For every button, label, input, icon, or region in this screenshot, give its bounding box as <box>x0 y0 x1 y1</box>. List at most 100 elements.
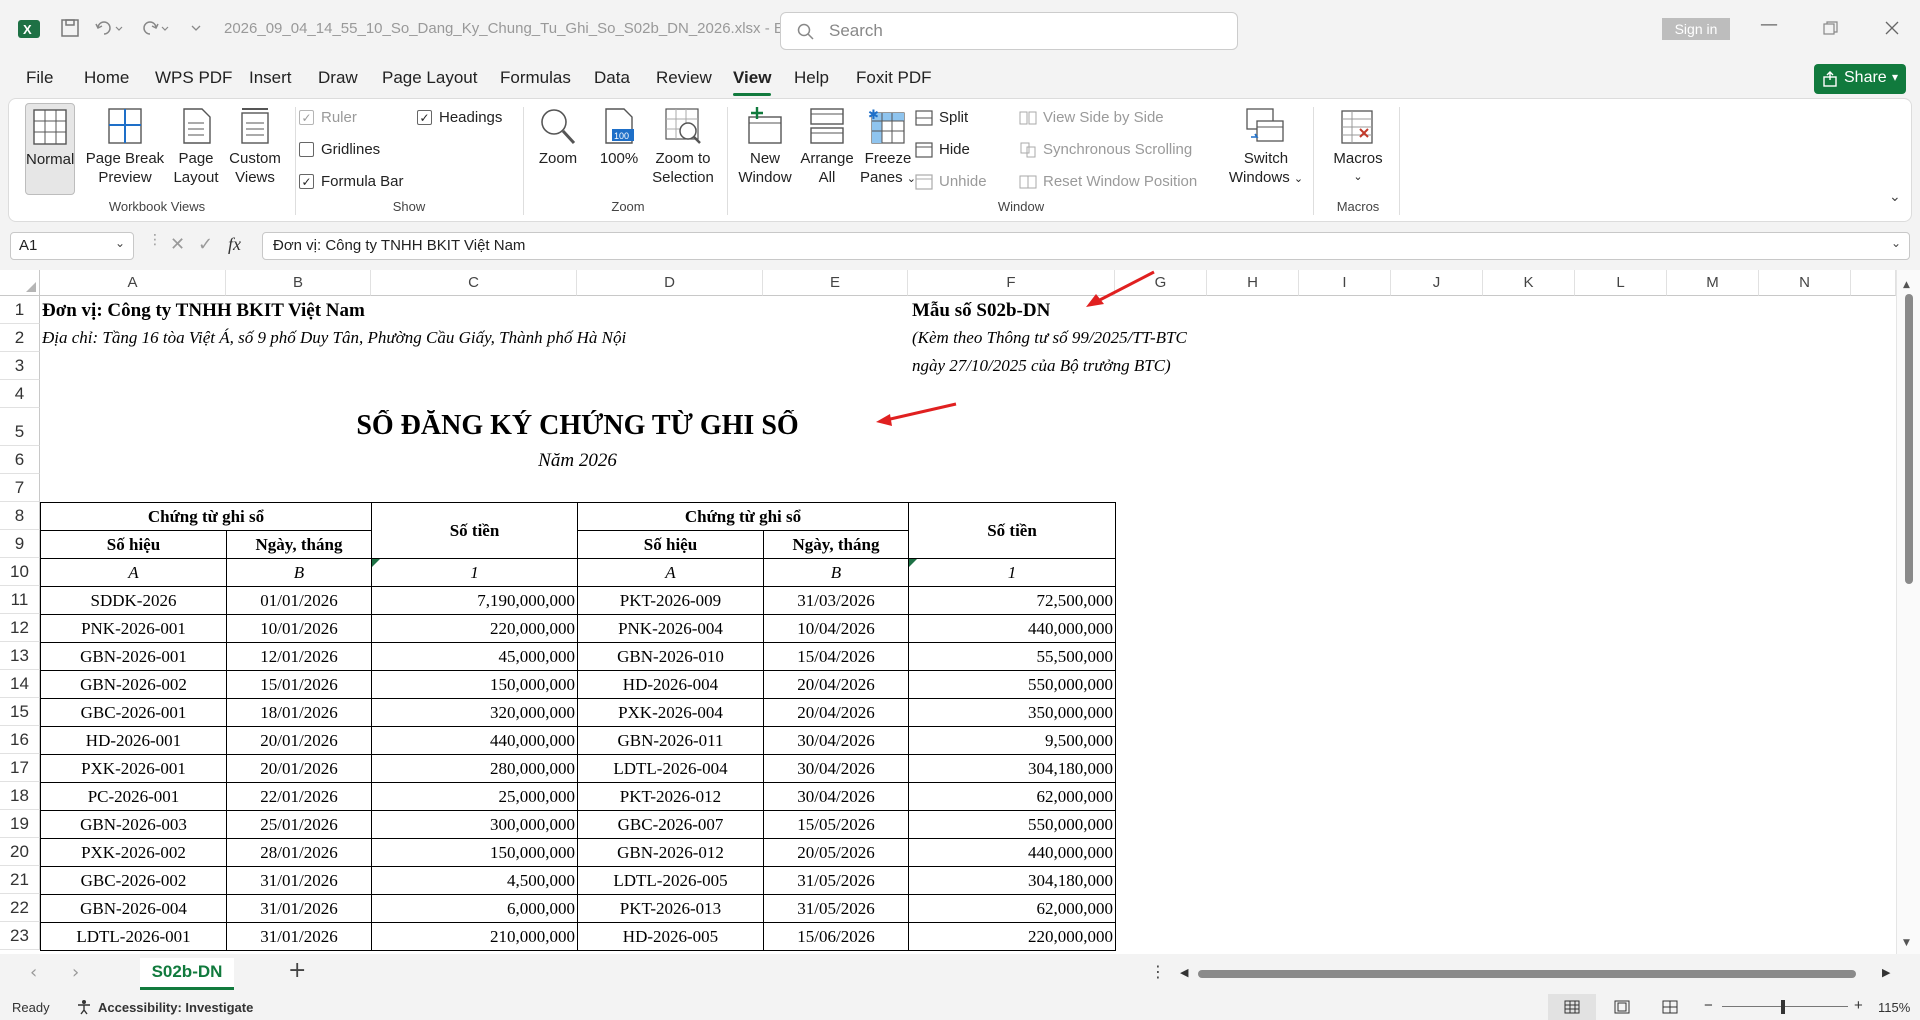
cancel-entry-icon[interactable]: ✕ <box>170 234 185 255</box>
undo-icon[interactable] <box>94 18 124 38</box>
column-header-l[interactable]: L <box>1575 270 1667 296</box>
table-cell-so-tien-right[interactable]: 550,000,000 <box>908 670 1116 699</box>
menu-insert[interactable]: Insert <box>249 68 292 88</box>
row-header[interactable]: 16 <box>0 726 40 754</box>
table-cell-so-tien-left[interactable]: 210,000,000 <box>371 922 578 951</box>
page-break-preview-button[interactable]: Page Break Preview <box>85 107 165 187</box>
save-icon[interactable] <box>60 18 80 38</box>
table-cell-so-tien-right[interactable]: 72,500,000 <box>908 586 1116 615</box>
row-header[interactable]: 22 <box>0 894 40 922</box>
table-cell-so-tien-left[interactable]: 25,000,000 <box>371 782 578 811</box>
th-code-b-right[interactable]: B <box>763 558 909 587</box>
table-cell-so-hieu-right[interactable]: GBN-2026-012 <box>577 838 764 867</box>
formula-input[interactable]: Đơn vị: Công ty TNHH BKIT Việt Nam ⌄ <box>262 232 1910 260</box>
sign-in-button[interactable]: Sign in <box>1662 18 1730 40</box>
freeze-panes-button[interactable]: ✱ Freeze Panes ⌄ <box>855 107 921 189</box>
row-header[interactable]: 5 <box>0 408 40 446</box>
table-cell-so-hieu-left[interactable]: GBN-2026-004 <box>40 894 227 923</box>
row-header[interactable]: 1 <box>0 296 40 324</box>
table-cell-ngay-thang-left[interactable]: 20/01/2026 <box>226 754 372 783</box>
row-header[interactable]: 19 <box>0 810 40 838</box>
menu-file[interactable]: File <box>26 68 53 88</box>
table-cell-so-hieu-right[interactable]: PXK-2026-004 <box>577 698 764 727</box>
table-cell-ngay-thang-right[interactable]: 31/05/2026 <box>763 866 909 895</box>
row-header[interactable]: 17 <box>0 754 40 782</box>
table-cell-so-hieu-left[interactable]: PC-2026-001 <box>40 782 227 811</box>
table-cell-so-hieu-right[interactable]: HD-2026-004 <box>577 670 764 699</box>
table-cell-so-hieu-left[interactable]: PNK-2026-001 <box>40 614 227 643</box>
table-cell-ngay-thang-right[interactable]: 15/05/2026 <box>763 810 909 839</box>
column-header-o[interactable] <box>1851 270 1896 296</box>
table-cell-ngay-thang-right[interactable]: 20/04/2026 <box>763 698 909 727</box>
row-header[interactable]: 21 <box>0 866 40 894</box>
th-code-1-left[interactable]: 1 <box>371 558 578 587</box>
minimize-button[interactable]: — <box>1760 14 1778 35</box>
th-so-hieu-left[interactable]: Số hiệu <box>40 530 227 559</box>
chevron-down-icon[interactable] <box>190 22 202 34</box>
table-cell-so-hieu-right[interactable]: GBC-2026-007 <box>577 810 764 839</box>
cell-address[interactable]: Địa chỉ: Tầng 16 tòa Việt Á, số 9 phố Du… <box>42 328 626 348</box>
table-cell-so-tien-left[interactable]: 320,000,000 <box>371 698 578 727</box>
new-window-button[interactable]: New Window <box>731 107 799 187</box>
add-sheet-icon[interactable]: + <box>288 958 306 983</box>
table-cell-so-hieu-right[interactable]: PKT-2026-013 <box>577 894 764 923</box>
unhide-button[interactable]: Unhide <box>915 173 987 190</box>
name-box[interactable]: A1 ⌄ <box>10 232 134 260</box>
table-cell-so-hieu-left[interactable]: PXK-2026-001 <box>40 754 227 783</box>
th-so-tien-left[interactable]: Số tiền <box>371 502 578 559</box>
menu-draw[interactable]: Draw <box>318 68 358 88</box>
next-sheet-icon[interactable]: › <box>72 962 79 983</box>
th-code-a-right[interactable]: A <box>577 558 764 587</box>
row-header[interactable]: 12 <box>0 614 40 642</box>
menu-formulas[interactable]: Formulas <box>500 68 571 88</box>
th-code-a-left[interactable]: A <box>40 558 227 587</box>
row-header[interactable]: 23 <box>0 922 40 950</box>
table-cell-so-tien-left[interactable]: 6,000,000 <box>371 894 578 923</box>
table-cell-ngay-thang-right[interactable]: 31/05/2026 <box>763 894 909 923</box>
table-cell-ngay-thang-right[interactable]: 30/04/2026 <box>763 726 909 755</box>
row-header[interactable]: 3 <box>0 352 40 380</box>
table-cell-so-hieu-right[interactable]: PNK-2026-004 <box>577 614 764 643</box>
menu-wps-pdf[interactable]: WPS PDF <box>155 68 232 88</box>
table-cell-so-tien-right[interactable]: 440,000,000 <box>908 614 1116 643</box>
table-cell-ngay-thang-left[interactable]: 01/01/2026 <box>226 586 372 615</box>
table-cell-ngay-thang-right[interactable]: 20/04/2026 <box>763 670 909 699</box>
cell-year[interactable]: Năm 2026 <box>40 450 1115 472</box>
table-cell-ngay-thang-left[interactable]: 22/01/2026 <box>226 782 372 811</box>
table-cell-so-hieu-left[interactable]: GBC-2026-001 <box>40 698 227 727</box>
column-header-b[interactable]: B <box>226 270 371 296</box>
cell-form-number[interactable]: Mẫu số S02b-DN <box>912 300 1050 322</box>
table-cell-so-hieu-right[interactable]: GBN-2026-010 <box>577 642 764 671</box>
row-header[interactable]: 18 <box>0 782 40 810</box>
table-cell-so-hieu-left[interactable]: GBC-2026-002 <box>40 866 227 895</box>
gridlines-checkbox[interactable]: Gridlines <box>299 141 380 158</box>
table-cell-ngay-thang-right[interactable]: 31/03/2026 <box>763 586 909 615</box>
normal-view-status-button[interactable] <box>1548 994 1596 1020</box>
sheet-options-icon[interactable]: ⋮ <box>1150 962 1166 981</box>
menu-review[interactable]: Review <box>656 68 712 88</box>
table-cell-so-tien-left[interactable]: 150,000,000 <box>371 838 578 867</box>
row-header[interactable]: 15 <box>0 698 40 726</box>
table-cell-so-tien-left[interactable]: 300,000,000 <box>371 810 578 839</box>
switch-windows-button[interactable]: Switch Windows ⌄ <box>1223 107 1309 189</box>
table-cell-so-tien-left[interactable]: 280,000,000 <box>371 754 578 783</box>
headings-checkbox[interactable]: ✓ Headings <box>417 109 502 126</box>
table-cell-ngay-thang-left[interactable]: 10/01/2026 <box>226 614 372 643</box>
menu-view[interactable]: View <box>733 68 772 96</box>
cell-form-note-2[interactable]: ngày 27/10/2025 của Bộ trưởng BTC) <box>912 356 1171 376</box>
table-cell-ngay-thang-left[interactable]: 25/01/2026 <box>226 810 372 839</box>
table-cell-ngay-thang-left[interactable]: 15/01/2026 <box>226 670 372 699</box>
table-cell-ngay-thang-left[interactable]: 12/01/2026 <box>226 642 372 671</box>
zoom-slider-track[interactable] <box>1722 1006 1848 1007</box>
hide-button[interactable]: Hide <box>915 141 970 158</box>
accessibility-status[interactable]: Accessibility: Investigate <box>98 1000 253 1015</box>
vertical-scroll-thumb[interactable] <box>1905 294 1913 584</box>
table-cell-so-tien-right[interactable]: 62,000,000 <box>908 894 1116 923</box>
table-cell-ngay-thang-left[interactable]: 31/01/2026 <box>226 894 372 923</box>
scroll-up-icon[interactable]: ▲ <box>1903 280 1910 290</box>
table-cell-so-hieu-left[interactable]: HD-2026-001 <box>40 726 227 755</box>
table-cell-so-hieu-right[interactable]: GBN-2026-011 <box>577 726 764 755</box>
table-cell-ngay-thang-left[interactable]: 18/01/2026 <box>226 698 372 727</box>
table-cell-ngay-thang-right[interactable]: 30/04/2026 <box>763 782 909 811</box>
th-chung-tu-ghi-so-left[interactable]: Chứng từ ghi sổ <box>40 502 372 531</box>
